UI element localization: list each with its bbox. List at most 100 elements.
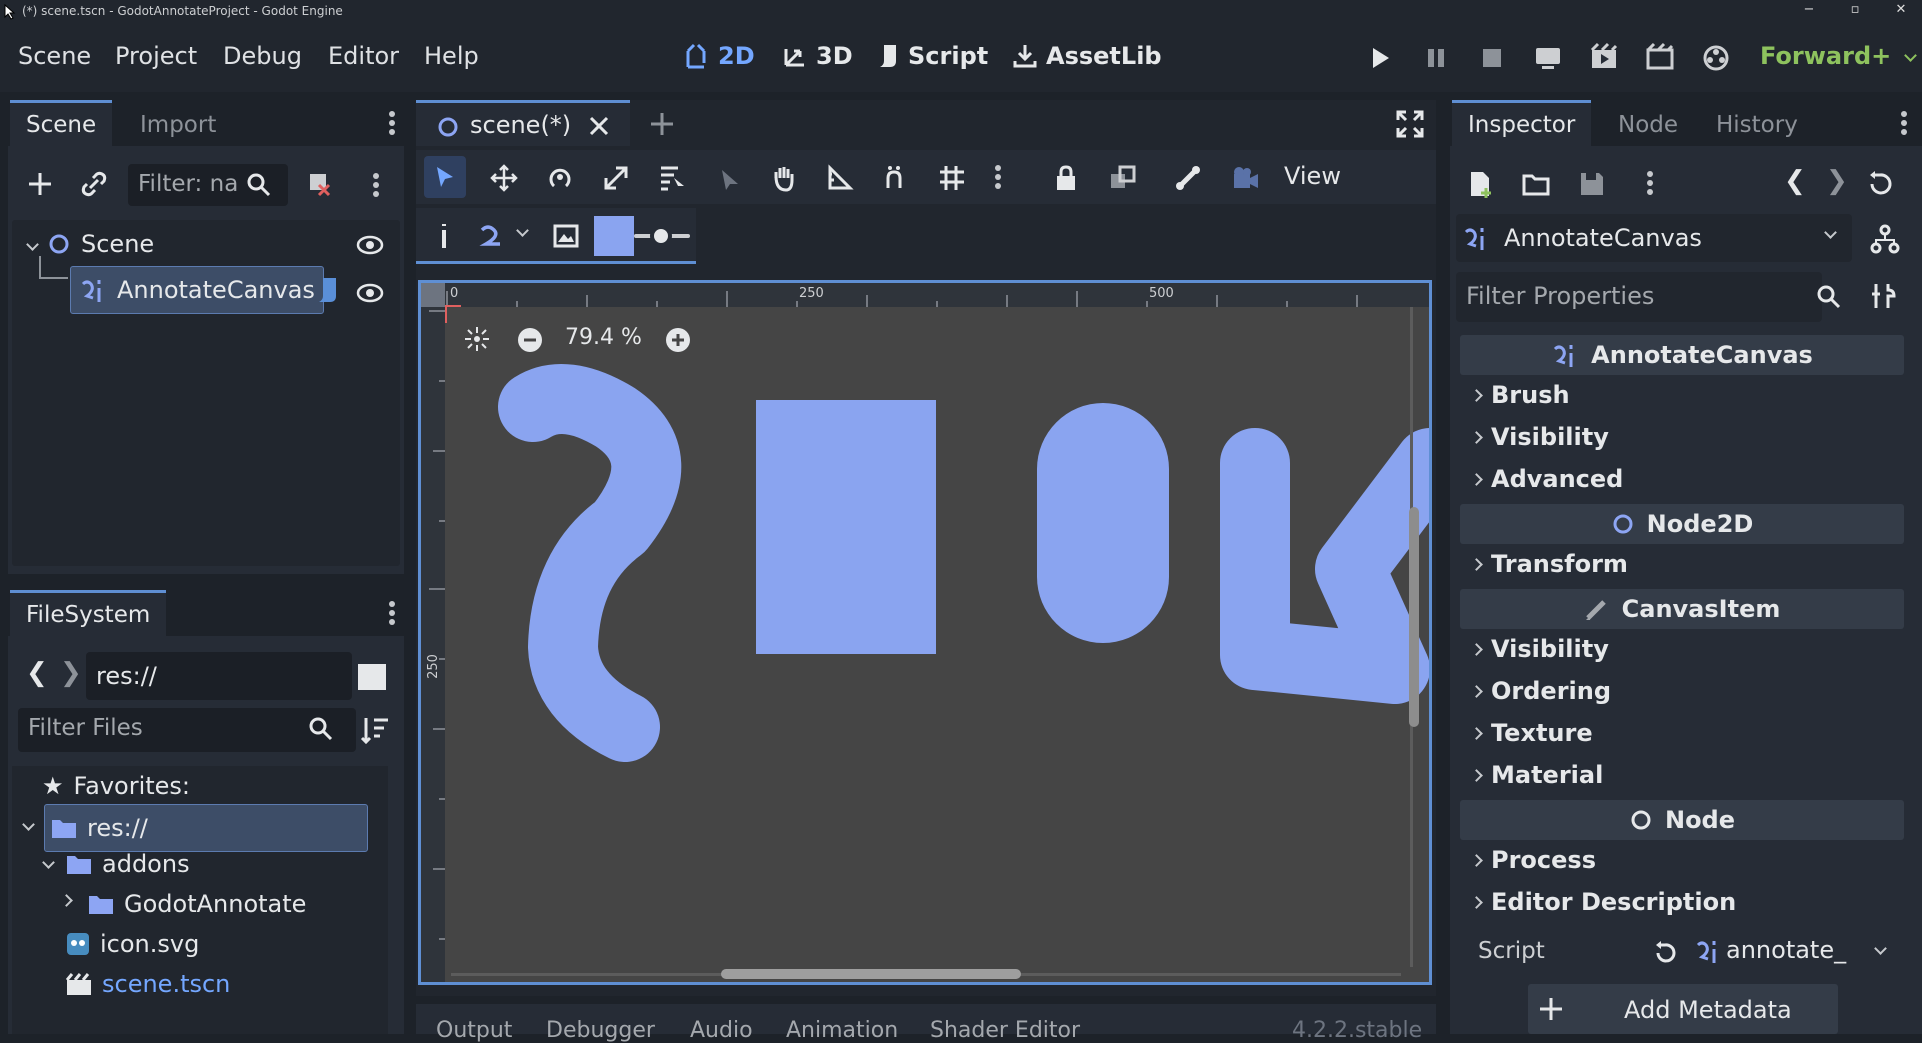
move-icon[interactable] (490, 164, 518, 192)
filesystem-dock-menu-icon[interactable] (388, 598, 396, 630)
annotate-stroke-icon[interactable] (478, 222, 506, 250)
menu-scene[interactable]: Scene (18, 42, 91, 70)
tab-node[interactable]: Node (1602, 100, 1694, 146)
close-window-button[interactable]: ✕ (1886, 2, 1916, 22)
run-current-scene-icon[interactable] (1588, 42, 1620, 74)
prop-visibility[interactable]: Visibility (1470, 423, 1609, 451)
section-annotatecanvas[interactable]: AnnotateCanvas (1460, 335, 1904, 375)
filter-properties-input[interactable]: Filter Properties (1456, 272, 1822, 322)
play-icon[interactable] (1364, 42, 1396, 74)
ruler-icon[interactable] (826, 164, 854, 192)
link-icon[interactable] (80, 170, 108, 198)
maximize-button[interactable]: ▫ (1840, 2, 1870, 22)
tree-row-annotatecanvas[interactable]: AnnotateCanvas (70, 266, 324, 314)
favorites-row[interactable]: ★ Favorites: (42, 772, 190, 800)
camera-override-icon[interactable] (1230, 164, 1260, 192)
pivot-icon[interactable] (714, 164, 742, 192)
remote-debug-icon[interactable] (1532, 42, 1564, 74)
tab-debugger[interactable]: Debugger (546, 1018, 655, 1043)
scene-tree-menu-icon[interactable] (372, 170, 380, 202)
inspector-options-icon[interactable] (1646, 168, 1654, 200)
menu-debug[interactable]: Debug (223, 42, 302, 70)
prop-editor-description[interactable]: Editor Description (1470, 888, 1736, 916)
filter-files-input[interactable]: Filter Files (18, 708, 356, 752)
path-input[interactable]: res:// (86, 652, 352, 700)
pause-icon[interactable] (1420, 42, 1452, 74)
node-tree-icon[interactable] (1870, 224, 1900, 254)
file-row-addons[interactable]: addons (66, 850, 190, 878)
detach-script-icon[interactable] (304, 170, 332, 198)
visibility-eye-icon[interactable] (356, 282, 384, 304)
tab-shader-editor[interactable]: Shader Editor (930, 1018, 1080, 1043)
menu-help[interactable]: Help (424, 42, 479, 70)
visibility-eye-icon[interactable] (356, 234, 384, 256)
tab-scene[interactable]: Scene (10, 100, 113, 146)
add-tab-icon[interactable] (648, 110, 676, 138)
property-tools-icon[interactable] (1870, 282, 1898, 310)
view-menu[interactable]: View (1284, 162, 1341, 190)
pan-hand-icon[interactable] (770, 164, 798, 192)
bone-icon[interactable] (1174, 164, 1202, 192)
prop-visibility-canvas[interactable]: Visibility (1470, 635, 1609, 663)
save-icon[interactable] (1578, 170, 1606, 198)
inspector-dock-menu-icon[interactable] (1900, 108, 1908, 140)
history-back-icon[interactable]: ❮ (1784, 166, 1806, 196)
smart-snap-icon[interactable] (882, 164, 910, 192)
object-history-icon[interactable] (1866, 170, 1894, 198)
file-row-res[interactable]: res:// (44, 804, 368, 852)
menu-project[interactable]: Project (115, 42, 197, 70)
revert-icon[interactable] (1652, 940, 1678, 966)
tab-audio[interactable]: Audio (690, 1018, 753, 1043)
file-row-icon[interactable]: icon.svg (66, 930, 199, 958)
object-selector[interactable]: AnnotateCanvas (1456, 214, 1852, 262)
prop-ordering[interactable]: Ordering (1470, 677, 1611, 705)
horizontal-scrollbar[interactable] (451, 969, 1401, 979)
group-icon[interactable] (1108, 164, 1136, 192)
toggle-split-icon[interactable] (358, 664, 386, 690)
grid-snap-icon[interactable] (938, 164, 966, 192)
movie-maker-icon[interactable] (1700, 42, 1732, 74)
workspace-script-button[interactable]: Script (876, 42, 988, 70)
script-value-picker[interactable]: annotate_ (1694, 936, 1846, 964)
stop-icon[interactable] (1476, 42, 1508, 74)
prop-process[interactable]: Process (1470, 846, 1596, 874)
prop-material[interactable]: Material (1470, 761, 1603, 789)
lock-icon[interactable] (1052, 164, 1080, 192)
file-row-scene[interactable]: scene.tscn (66, 970, 230, 998)
scene-dock-menu-icon[interactable] (388, 108, 396, 140)
open-folder-icon[interactable] (1522, 170, 1552, 198)
workspace-3d-button[interactable]: 3D (782, 42, 853, 70)
menu-editor[interactable]: Editor (328, 42, 399, 70)
new-resource-icon[interactable] (1466, 170, 1494, 198)
snap-options-icon[interactable] (994, 162, 1002, 194)
sort-icon[interactable] (360, 716, 390, 744)
prop-brush[interactable]: Brush (1470, 381, 1570, 409)
tab-animation[interactable]: Animation (786, 1018, 898, 1043)
image-icon[interactable] (552, 222, 580, 250)
prop-texture[interactable]: Texture (1470, 719, 1593, 747)
renderer-select[interactable]: Forward+ (1760, 42, 1917, 70)
history-forward-icon[interactable]: ❯ (1826, 166, 1848, 196)
tree-row-scene[interactable]: Scene (26, 230, 154, 258)
vertical-scrollbar-thumb[interactable] (1409, 507, 1419, 727)
tab-scene-file[interactable]: scene(*) (416, 100, 630, 146)
horizontal-scrollbar-thumb[interactable] (721, 969, 1021, 979)
back-icon[interactable]: ❮ (26, 658, 48, 688)
brush-color-swatch[interactable] (594, 216, 634, 256)
section-node[interactable]: Node (1460, 800, 1904, 840)
tab-output[interactable]: Output (436, 1018, 512, 1043)
list-select-icon[interactable] (658, 164, 686, 192)
tab-inspector[interactable]: Inspector (1452, 100, 1592, 146)
tab-history[interactable]: History (1700, 100, 1814, 146)
tab-import[interactable]: Import (124, 100, 232, 146)
file-row-godotannotate[interactable]: GodotAnnotate (88, 890, 306, 918)
brush-size-slider-handle[interactable] (650, 225, 672, 247)
prop-transform[interactable]: Transform (1470, 550, 1628, 578)
chevron-down-icon[interactable] (516, 224, 529, 237)
add-node-icon[interactable] (26, 170, 54, 198)
workspace-assetlib-button[interactable]: AssetLib (1012, 42, 1162, 70)
vertical-scrollbar[interactable] (1409, 307, 1419, 967)
brush-icon[interactable] (434, 222, 454, 250)
run-custom-scene-icon[interactable] (1644, 42, 1676, 74)
workspace-2d-button[interactable]: 2D (684, 42, 755, 70)
